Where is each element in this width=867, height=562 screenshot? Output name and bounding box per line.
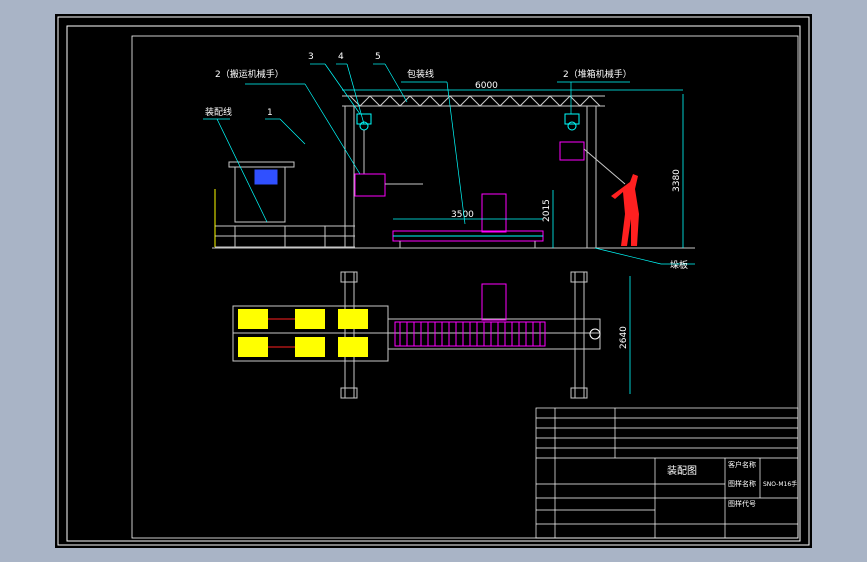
callout-leaders [203, 63, 695, 265]
callout-4: 4 [338, 52, 344, 62]
callout-handling-manipulator: 2（搬运机械手） [215, 68, 284, 80]
title-block-project-value: SNO-M16手 [763, 480, 797, 488]
title-block-project-label: 图样名称 [728, 479, 756, 488]
dim-span: 6000 [475, 81, 498, 91]
frame-border [66, 25, 801, 542]
assembly-drawing: 6000 3500 3380 2015 2（搬运机械手） 3 4 5 1 装配线… [57, 16, 810, 546]
dim-width-plan: 2640 [619, 326, 629, 349]
dim-conveyor-length: 3500 [451, 210, 474, 220]
dim-height: 3380 [672, 169, 682, 192]
packing-conveyor [392, 193, 544, 248]
callout-1: 1 [267, 108, 273, 118]
pallet-position-marker [589, 328, 601, 340]
operator-figure [611, 174, 639, 246]
title-block-client-label: 客户名称 [728, 460, 756, 469]
dim-conveyor-height: 2015 [542, 199, 552, 222]
callout-packing-line: 包装线 [407, 68, 434, 80]
drawing-title: 装配图 [667, 464, 697, 477]
gantry-legs [337, 105, 605, 249]
callout-5: 5 [375, 52, 381, 62]
cad-drawing-canvas[interactable]: 6000 3500 3380 2015 2（搬运机械手） 3 4 5 1 装配线… [55, 14, 812, 548]
callout-assembly-line: 装配线 [205, 106, 232, 118]
callout-3: 3 [308, 52, 314, 62]
left-gripper [354, 113, 423, 197]
callout-pallet: 垛板 [670, 259, 688, 271]
callout-stacking-manipulator: 2（堆箱机械手） [563, 68, 632, 80]
right-gripper [559, 113, 626, 185]
gantry-beam [342, 95, 605, 107]
assembly-line-table [214, 161, 355, 248]
elevation-view: 6000 3500 3380 2015 2（搬运机械手） 3 4 5 1 装配线… [203, 52, 695, 271]
title-block-drawing-no-label: 图样代号 [728, 499, 756, 508]
conveyor-rollers-plan [394, 283, 546, 347]
plan-view: 2640 [232, 271, 631, 399]
